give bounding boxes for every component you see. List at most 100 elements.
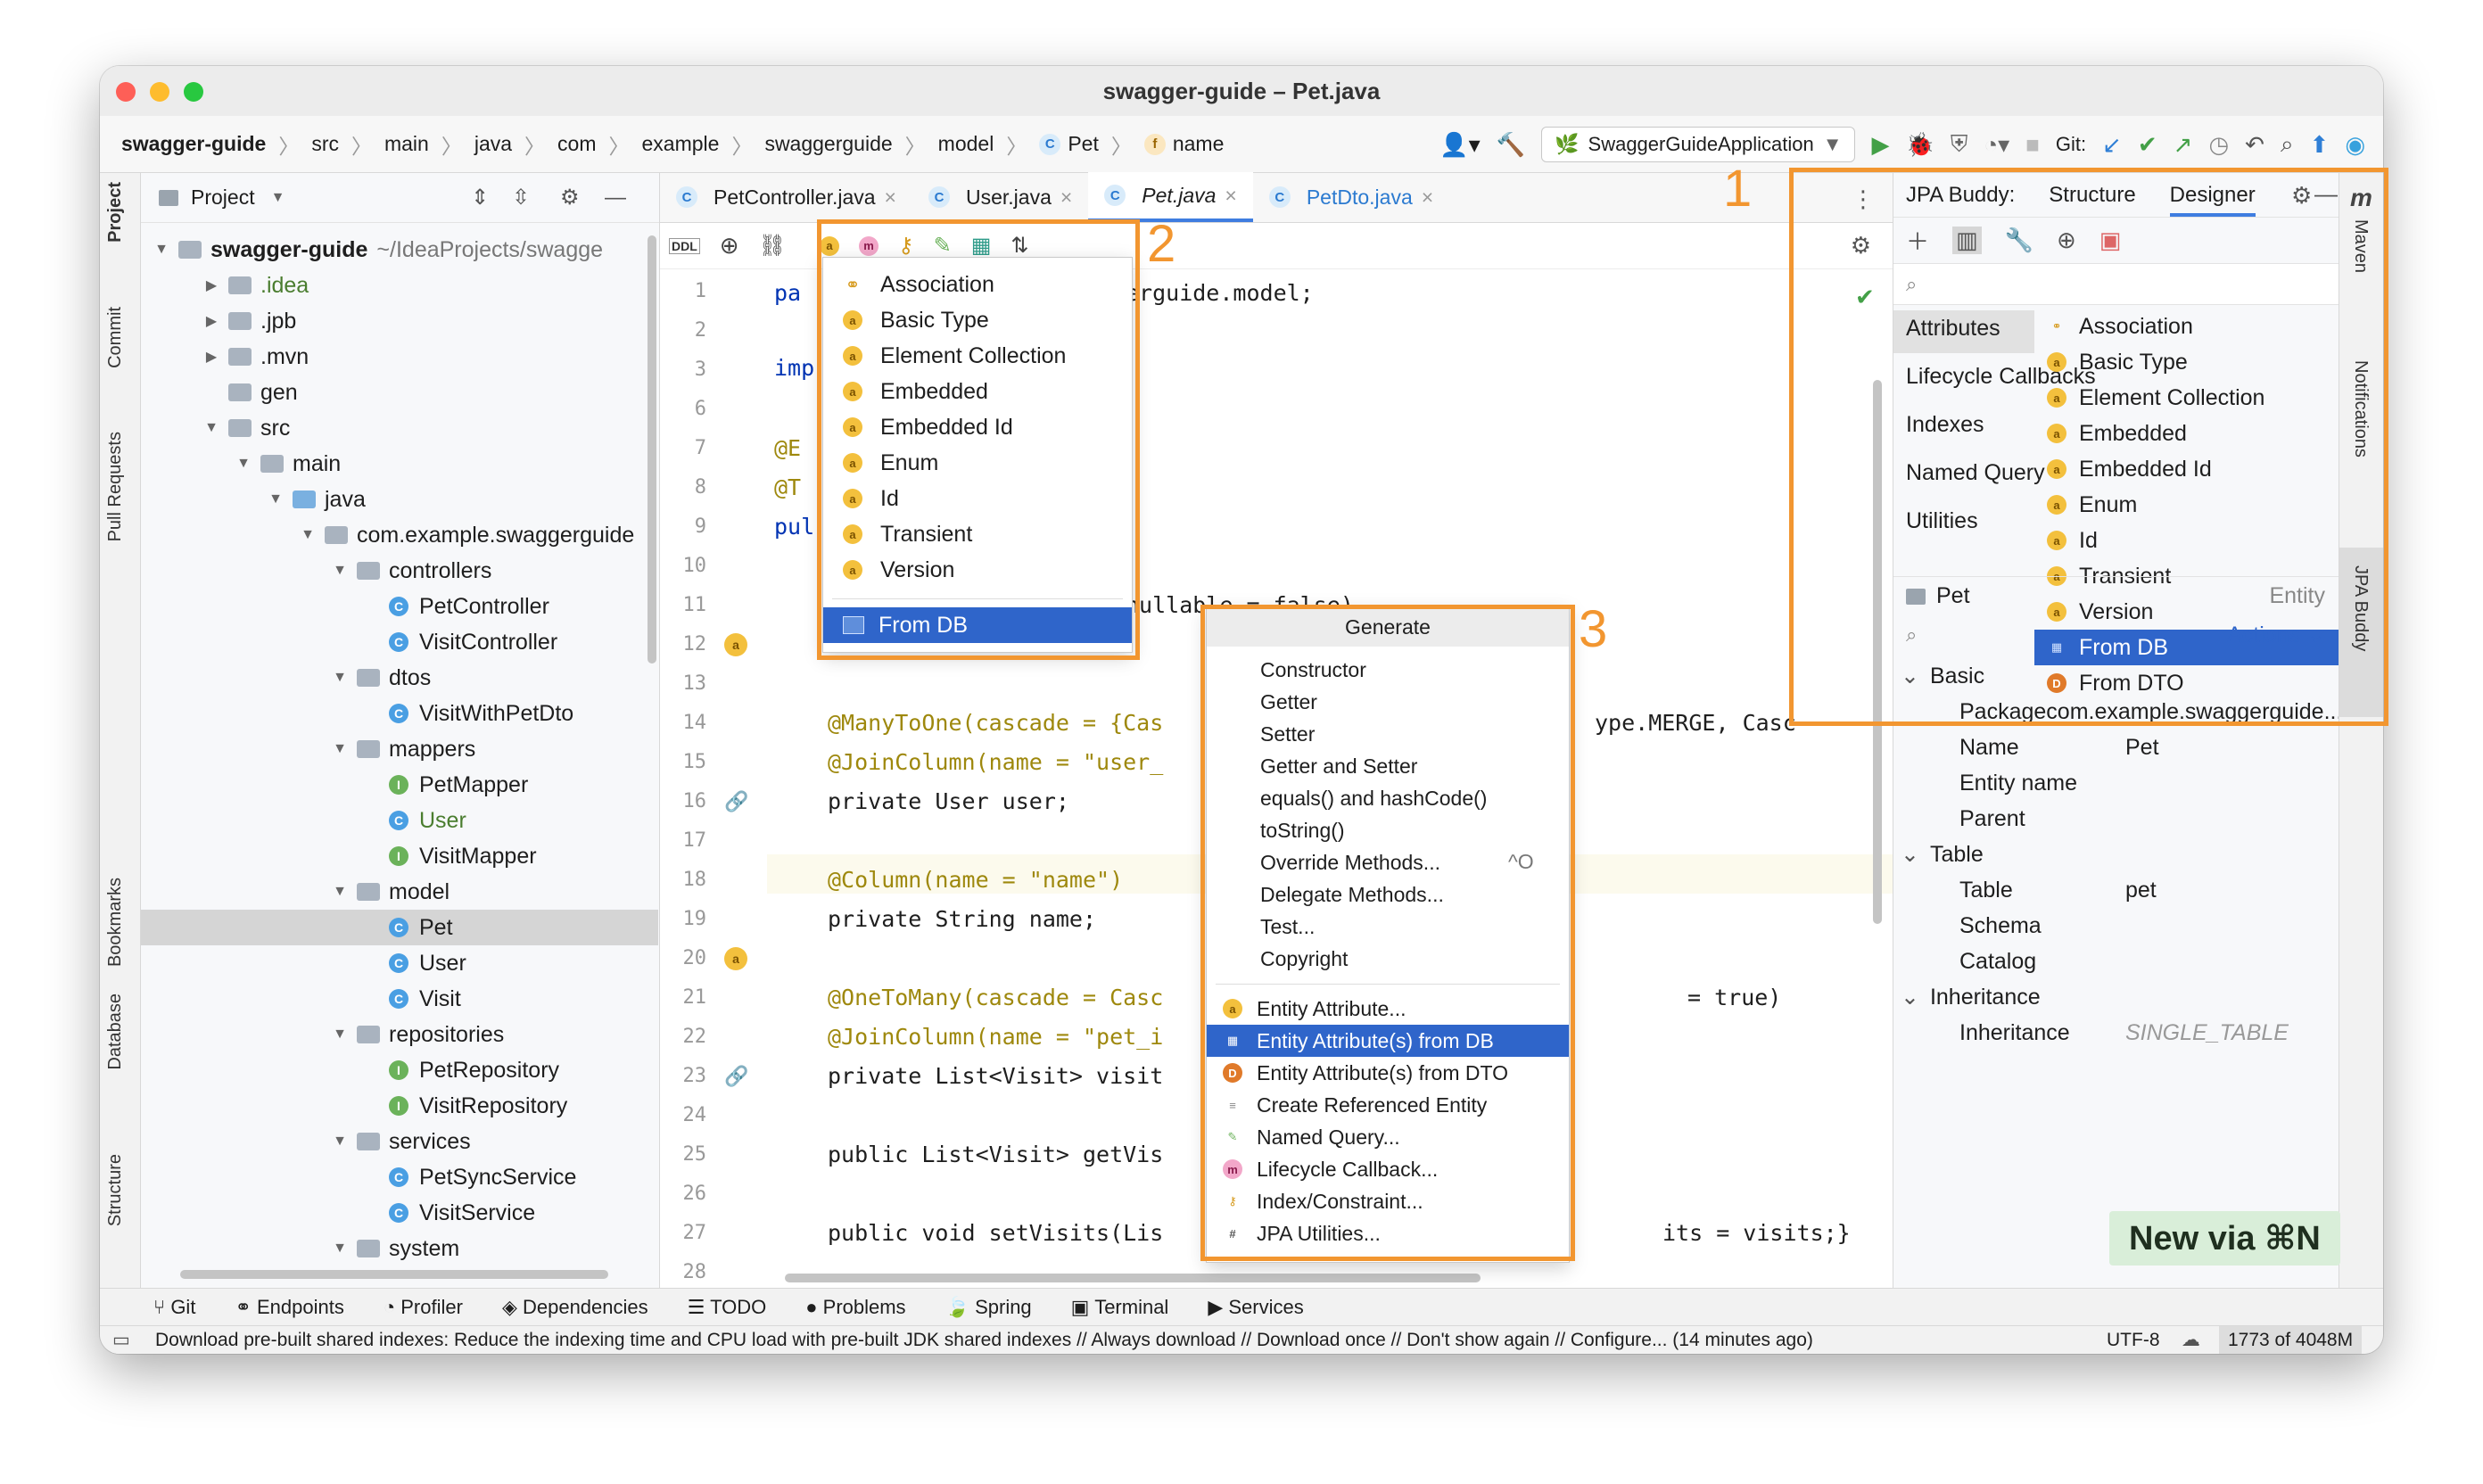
tool-todo[interactable]: ☰ TODO [688,1296,767,1319]
rollback-icon[interactable]: ↶ [2245,131,2264,159]
menu-item[interactable]: ✎ Named Query... [1207,1121,1569,1153]
code-line-19[interactable]: private String name; [828,906,1096,932]
maven-icon[interactable]: m [2350,184,2372,212]
tree-item[interactable]: ▼ repositories [141,1017,658,1052]
jpa-item[interactable]: a Id [2034,523,2339,558]
tool-endpoints[interactable]: ⚭ Endpoints [235,1296,343,1319]
menu-item[interactable]: m Lifecycle Callback... [1207,1153,1569,1185]
code-line-1-rest[interactable]: erguide.model; [1126,280,1314,306]
jpa-item[interactable]: a Element Collection [2034,380,2339,416]
tab-user[interactable]: C User.java × [912,172,1088,222]
gear-icon[interactable]: ⚙ [560,185,580,210]
editor-hscrollbar[interactable] [785,1274,1481,1282]
code-line-18[interactable]: @Column(name = "name") [828,867,1123,893]
coverage-icon[interactable]: ⛨ [1951,130,1968,159]
jpa-category[interactable]: Attributes [1906,316,2000,342]
tab-structure[interactable]: Structure [2049,183,2135,208]
code-line-1[interactable]: pa [774,280,801,306]
tool-database[interactable]: Database [105,993,126,1070]
jpa-item[interactable]: ⚭ Association [2034,309,2339,344]
status-message[interactable]: Download pre-built shared indexes: Reduc… [155,1330,1813,1351]
gear-icon[interactable]: ⚙ [2291,182,2312,210]
vcs-icon[interactable]: ☁ [2182,1329,2200,1351]
user-icon[interactable]: 👤▾ [1439,131,1480,159]
code-line-7[interactable]: @E [774,435,801,461]
menu-item[interactable]: a Basic Type [823,302,1132,338]
tree-item[interactable]: C PetController [141,589,658,624]
prop-inheritance[interactable]: Inheritance SINGLE_TABLE [1893,1015,2339,1051]
hierarchy-icon[interactable]: ⛓ [759,233,786,259]
actions-dropdown[interactable]: Actions ⌄ [2227,622,2325,648]
tree-item[interactable]: ▼ controllers [141,553,658,589]
menu-item[interactable]: ⚷ Index/Constraint... [1207,1185,1569,1217]
menu-item[interactable]: a Entity Attribute... [1207,993,1569,1025]
tree-item[interactable]: ▼ services [141,1124,658,1159]
db-table-icon[interactable]: ▦ [971,233,992,259]
stop-icon[interactable]: ■ [2025,131,2040,159]
menu-item[interactable]: # JPA Utilities... [1207,1217,1569,1249]
tree-item[interactable]: ▶ .jpb [141,303,658,339]
close-window-button[interactable] [116,82,136,102]
prop-entity-name[interactable]: Entity name [1893,765,2339,801]
wrench-icon[interactable]: 🔧 [2005,227,2033,254]
editor-scrollbar[interactable] [1873,380,1882,924]
gear-icon[interactable]: ⚙ [1851,232,1871,260]
memory-indicator[interactable]: 1773 of 4048M [2219,1326,2363,1354]
tree-item[interactable]: C User [141,803,658,838]
code-line-23[interactable]: private List<Visit> visit [828,1063,1163,1089]
minimize-window-button[interactable] [150,82,169,102]
tool-spring[interactable]: 🍃 Spring [945,1296,1032,1319]
git-commit-icon[interactable]: ✔ [2138,131,2157,159]
run-icon[interactable]: ▶ [1871,131,1889,159]
tree-item[interactable]: ▼ model [141,874,658,910]
menu-item[interactable]: a Transient [823,516,1132,552]
project-hscrollbar[interactable] [180,1270,608,1279]
add-icon[interactable]: ＋ [1906,224,1929,257]
query-icon[interactable]: ✎ [934,233,952,259]
hide-panel-icon[interactable]: — [2314,180,2338,208]
menu-item[interactable]: Constructor [1207,654,1569,686]
project-scrollbar[interactable] [648,235,656,664]
code-line-8[interactable]: @T [774,474,801,500]
tool-dependencies[interactable]: ◈ Dependencies [502,1296,648,1319]
key-icon[interactable]: ⚷ [898,233,914,259]
breadcrumb-main[interactable]: main [384,132,429,156]
breadcrumb-java[interactable]: java [474,132,512,156]
tree-root[interactable]: ▼ swagger-guide ~/IdeaProjects/swagge [141,232,658,268]
method-icon[interactable]: m [859,235,879,256]
tree-item[interactable]: I PetRepository [141,1052,658,1088]
code-line-21[interactable]: @OneToMany(cascade = Casc [828,985,1163,1010]
tree-item[interactable]: ▼ java [141,482,658,517]
tree-item[interactable]: ▼ mappers [141,731,658,767]
tree-item[interactable]: I VisitRepository [141,1088,658,1124]
breadcrumb-name[interactable]: f name [1143,132,1224,156]
jpa-category[interactable]: Utilities [1906,508,1978,534]
breadcrumb-pet[interactable]: C Pet [1039,132,1099,156]
tree-item[interactable]: ▶ .mvn [141,339,658,375]
menu-item[interactable]: a Enum [823,445,1132,481]
jpa-category[interactable]: Named Query [1906,460,2045,486]
tab-pet-controller[interactable]: C PetController.java × [660,172,912,222]
attribute-icon[interactable]: a [820,235,840,256]
tree-item[interactable]: ▼ main [141,446,658,482]
close-icon[interactable]: × [1225,184,1236,208]
ddl-icon[interactable]: DDL [669,237,700,254]
menu-item[interactable]: Copyright [1207,943,1569,975]
prop-schema[interactable]: Schema [1893,908,2339,944]
profile-icon[interactable]: ◔▾ [1984,131,2009,159]
tree-item[interactable]: C VisitWithPetDto [141,696,658,731]
group-table[interactable]: ⌄ Table [1893,837,2339,872]
build-hammer-icon[interactable]: 🔨 [1497,131,1525,159]
check-icon[interactable]: ✔ [1855,284,1875,311]
jpa-item[interactable]: a Embedded Id [2034,451,2339,487]
code-line-25[interactable]: public List<Visit> getVis [828,1142,1163,1167]
prop-package[interactable]: Package com.example.swaggerguide... [1893,694,2342,730]
chevron-down-icon[interactable]: ▼ [271,190,285,206]
menu-item[interactable]: Test... [1207,911,1569,943]
tree-item[interactable]: C Visit [141,981,658,1017]
jpa-item[interactable]: a Enum [2034,487,2339,523]
tree-item[interactable]: C VisitController [141,624,658,660]
tool-maven[interactable]: Maven [2350,219,2371,273]
run-configuration-selector[interactable]: 🌿 SwaggerGuideApplication ▼ [1541,127,1856,162]
code-line-14[interactable]: @ManyToOne(cascade = {Cas [828,710,1163,736]
